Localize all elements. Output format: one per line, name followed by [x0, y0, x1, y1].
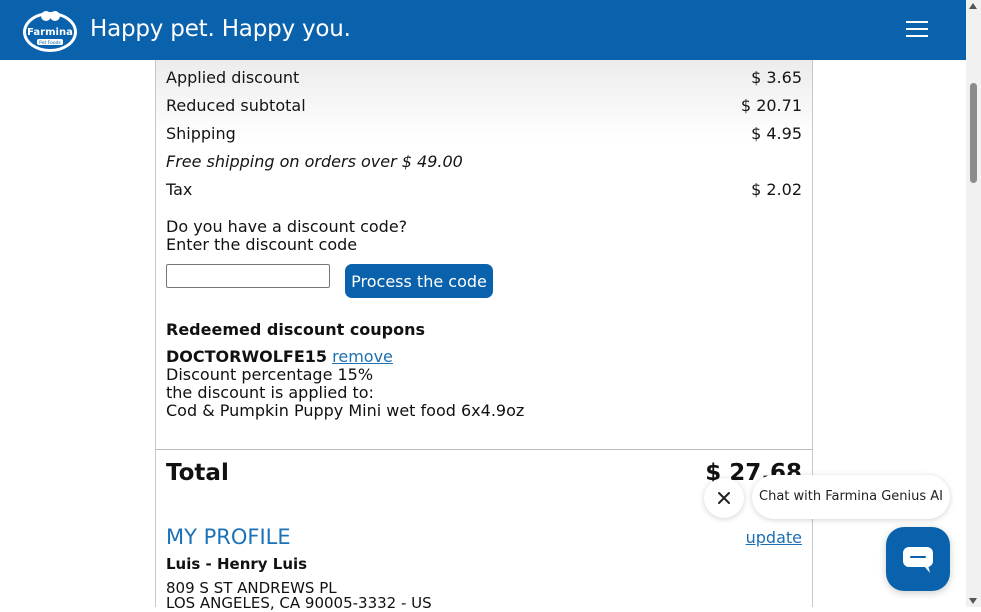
shipping-row: Shipping $ 4.95 — [166, 124, 802, 143]
site-header: Farmina Pet Foods Happy pet. Happy you. — [0, 0, 966, 60]
discount-prompt: Do you have a discount code? Enter the d… — [166, 218, 407, 254]
header-tagline: Happy pet. Happy you. — [90, 16, 351, 42]
hamburger-menu-icon[interactable] — [903, 19, 931, 39]
total-label: Total — [166, 460, 229, 486]
address-line-2: LOS ANGELES, CA 90005-3332 - US — [166, 594, 432, 612]
scroll-up-arrow-icon[interactable] — [969, 3, 977, 9]
reduced-subtotal-value: $ 20.71 — [740, 96, 802, 115]
total-section: Total $ 27.68 MY PROFILE update Luis - H… — [155, 450, 813, 611]
coupon-code: DOCTORWOLFE15 — [166, 347, 328, 366]
profile-name: Luis - Henry Luis — [166, 555, 308, 573]
chat-icon — [903, 547, 933, 573]
process-code-button[interactable]: Process the code — [345, 264, 493, 298]
chat-launcher-button[interactable] — [886, 527, 950, 591]
discount-enter-label: Enter the discount code — [166, 235, 358, 254]
free-shipping-note: Free shipping on orders over $ 49.00 — [166, 152, 463, 171]
tax-label: Tax — [166, 180, 193, 199]
profile-update-link[interactable]: update — [746, 528, 802, 547]
reduced-subtotal-row: Reduced subtotal $ 20.71 — [166, 96, 802, 115]
discounted-product: Cod & Pumpkin Puppy Mini wet food 6x4.9o… — [166, 401, 525, 420]
profile-title: MY PROFILE — [166, 525, 291, 549]
order-summary-panel: Applied discount $ 3.65 Reduced subtotal… — [155, 60, 813, 450]
logo-text: Farmina — [27, 27, 73, 38]
discount-code-input[interactable] — [166, 264, 330, 288]
tax-value: $ 2.02 — [751, 180, 802, 199]
farmina-logo[interactable]: Farmina Pet Foods — [22, 8, 78, 53]
reduced-subtotal-label: Reduced subtotal — [166, 96, 306, 115]
redeemed-coupons-title: Redeemed discount coupons — [166, 320, 426, 339]
scroll-down-arrow-icon[interactable] — [969, 598, 977, 604]
remove-coupon-link[interactable]: remove — [332, 347, 393, 366]
applied-discount-row: Applied discount $ 3.65 — [166, 68, 802, 87]
close-icon — [718, 492, 730, 504]
discount-percentage: Discount percentage 15% — [166, 365, 374, 384]
chat-prompt-bubble[interactable]: Chat with Farmina Genius AI — [752, 475, 950, 519]
logo-subtext: Pet Foods — [39, 40, 61, 46]
page-scrollbar[interactable] — [966, 0, 981, 607]
tax-row: Tax $ 2.02 — [166, 180, 802, 199]
redeemed-coupon: DOCTORWOLFE15 remove Discount percentage… — [166, 348, 524, 420]
shipping-label: Shipping — [166, 124, 236, 143]
shipping-value: $ 4.95 — [751, 124, 802, 143]
chat-close-button[interactable] — [704, 478, 744, 518]
applied-discount-label: Applied discount — [166, 68, 300, 87]
scroll-thumb[interactable] — [970, 83, 977, 183]
applied-discount-value: $ 3.65 — [751, 68, 802, 87]
discount-question: Do you have a discount code? — [166, 217, 408, 236]
discount-applied-to: the discount is applied to: — [166, 383, 374, 402]
